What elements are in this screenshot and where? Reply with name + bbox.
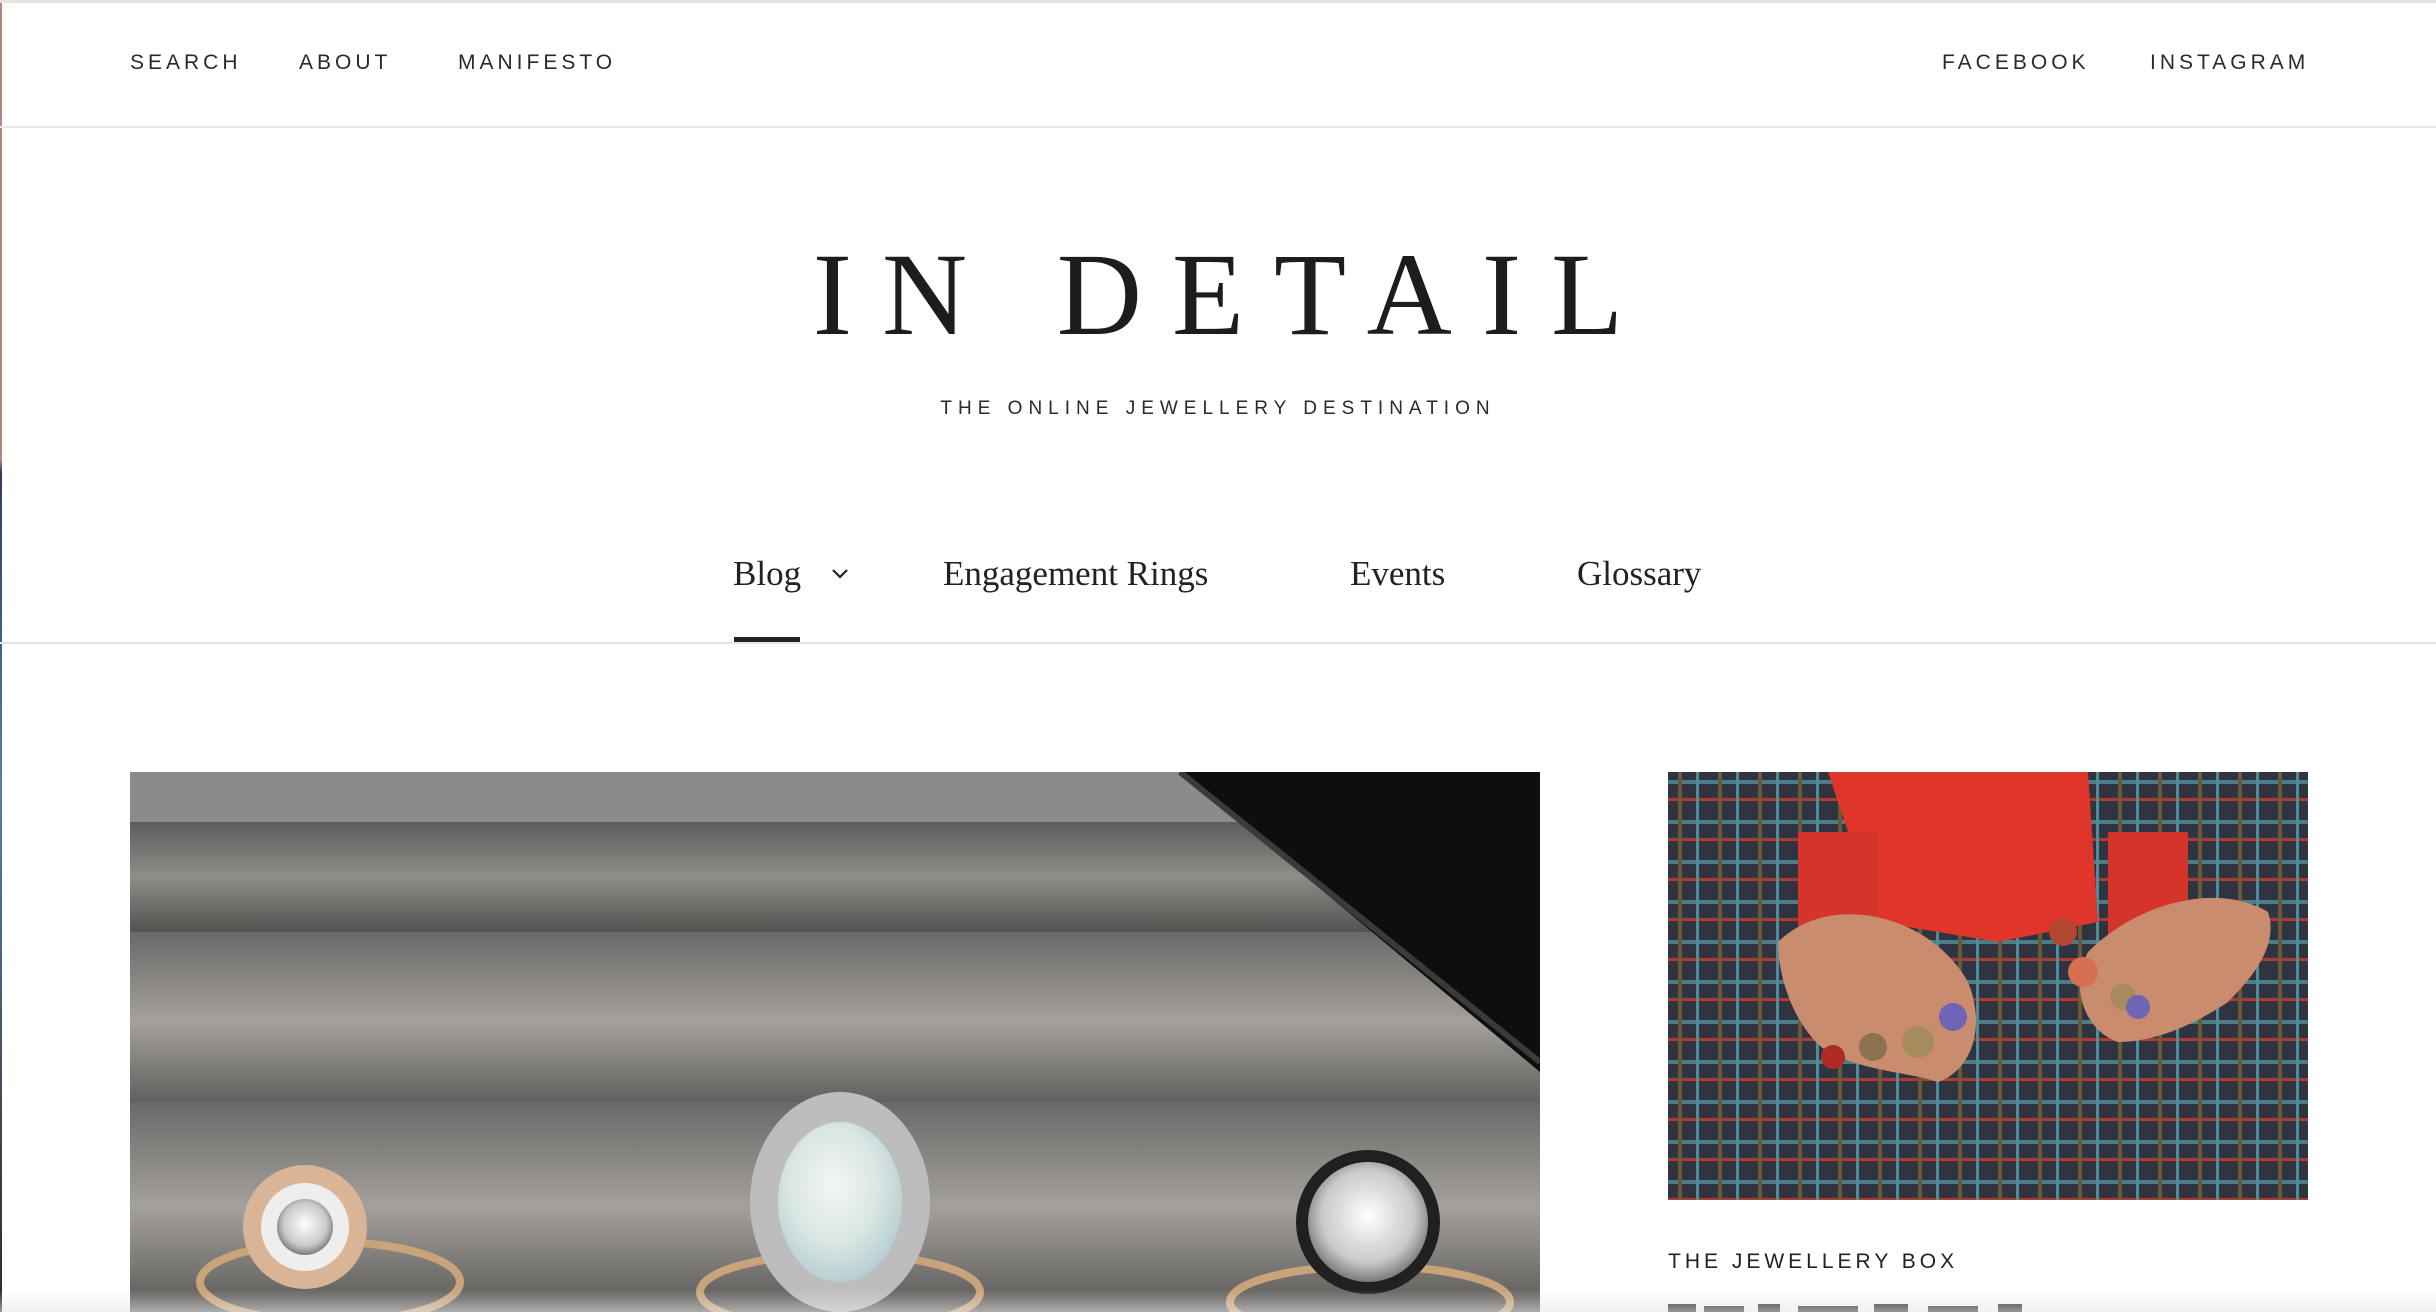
- side-article-image[interactable]: [1668, 772, 2308, 1200]
- nav-item-engagement-rings[interactable]: Engagement Rings: [943, 554, 1208, 594]
- chevron-down-icon[interactable]: [830, 564, 850, 584]
- window-edge: [0, 0, 2, 1312]
- top-utility-bar: SEARCH ABOUT MANIFESTO FACEBOOK INSTAGRA…: [0, 0, 2436, 128]
- nav-item-blog[interactable]: Blog: [733, 554, 801, 594]
- nav-item-events[interactable]: Events: [1350, 554, 1445, 594]
- hands-rings-photo: [1668, 772, 2308, 1200]
- manifesto-link[interactable]: MANIFESTO: [458, 51, 616, 75]
- facebook-link[interactable]: FACEBOOK: [1942, 51, 2090, 75]
- site-logo[interactable]: IN DETAIL: [0, 236, 2436, 354]
- article-headline-cropped[interactable]: [1668, 1296, 2108, 1312]
- rings-photo: [130, 772, 1540, 1312]
- article-category-label[interactable]: THE JEWELLERY BOX: [1668, 1250, 1958, 1274]
- nav-item-glossary[interactable]: Glossary: [1577, 554, 1701, 594]
- about-link[interactable]: ABOUT: [299, 51, 391, 75]
- instagram-link[interactable]: INSTAGRAM: [2150, 51, 2309, 75]
- cropped-headline-glyphs: [1668, 1304, 2022, 1312]
- hero-image[interactable]: [130, 772, 1540, 1312]
- site-tagline: THE ONLINE JEWELLERY DESTINATION: [940, 398, 1496, 419]
- category-nav: Blog Engagement Rings Events Glossary: [0, 520, 2436, 644]
- search-link[interactable]: SEARCH: [130, 51, 242, 75]
- active-tab-indicator: [734, 637, 800, 642]
